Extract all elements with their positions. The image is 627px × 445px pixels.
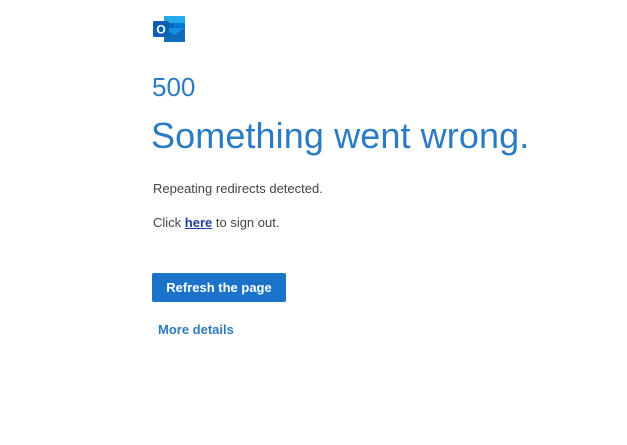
refresh-page-button[interactable]: Refresh the page — [152, 273, 286, 302]
error-message: Repeating redirects detected. — [153, 181, 323, 196]
error-code: 500 — [152, 72, 196, 102]
error-page: O 500 Something went wrong. Repeating re… — [0, 0, 627, 445]
logo-letter: O — [156, 23, 165, 37]
signout-suffix: to sign out. — [212, 215, 280, 230]
outlook-logo-icon: O — [153, 14, 186, 44]
signout-prefix: Click — [153, 215, 185, 230]
signout-line: Click here to sign out. — [153, 215, 279, 231]
error-headline: Something went wrong. — [151, 115, 530, 156]
more-details-link[interactable]: More details — [158, 322, 234, 338]
signout-link[interactable]: here — [185, 215, 212, 230]
